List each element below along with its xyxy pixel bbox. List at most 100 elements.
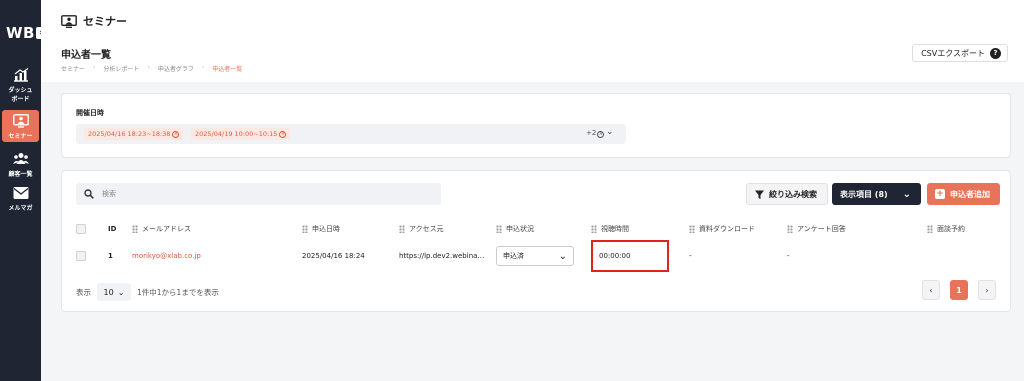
presentation-icon [12, 114, 29, 128]
drag-handle-icon[interactable] [689, 225, 695, 233]
sidebar-item-label: 顧客一覧 [8, 171, 33, 178]
column-header-survey[interactable]: アンケート回答 [787, 219, 927, 239]
date-filter-card: 開催日時 2025/04/16 18:23~18:38 × 2025/04/19 … [61, 93, 1011, 158]
search-icon [84, 189, 94, 199]
column-header-source[interactable]: アクセス元 [399, 219, 496, 239]
column-header-id[interactable]: ID [108, 219, 132, 239]
sidebar-item-seminar[interactable]: セミナー [2, 110, 39, 142]
users-icon [12, 153, 29, 164]
drag-handle-icon[interactable] [927, 225, 933, 233]
breadcrumb-current: 申込者一覧 [212, 66, 243, 73]
display-columns-label: 表示項目 (8) [840, 189, 888, 199]
chevron-down-icon[interactable]: ⌄ [606, 127, 614, 137]
sidebar-item-dashboard[interactable]: ダッシュ ボード [0, 68, 41, 103]
date-chip: 2025/04/16 18:23~18:38 × [84, 128, 184, 140]
help-icon[interactable]: ? [990, 47, 1001, 59]
cell-source: https://lp.dev2.webina… [399, 252, 485, 260]
page-button-1[interactable]: 1 [950, 280, 968, 300]
date-chip-label: 2025/04/16 18:23~18:38 [88, 130, 171, 138]
sidebar: WB » ダッシュ ボード セミナー 顧客一覧 メルマガ [0, 0, 48, 381]
clear-icon[interactable]: × [597, 131, 605, 138]
next-page-button[interactable]: › [978, 280, 996, 300]
date-chip: 2025/04/19 10:00~10:15 × [191, 128, 291, 140]
column-header-label: 申込日時 [312, 225, 340, 233]
page-size-select[interactable]: 10 ⌄ [97, 283, 131, 301]
applicant-table: ID メールアドレス 申込日時 アクセス元 申込状況 視聴時間 資料ダウンロード… [76, 219, 997, 273]
breadcrumb-item[interactable]: 申込者グラフ [158, 64, 194, 73]
page-header: 申込者一覧 セミナー › 分析レポート › 申込者グラフ › 申込者一覧 CSV… [41, 38, 1024, 82]
page-title: 申込者一覧 [61, 50, 111, 61]
drag-handle-icon[interactable] [787, 225, 793, 233]
breadcrumb: セミナー › 分析レポート › 申込者グラフ › 申込者一覧 [61, 64, 242, 73]
filter-search-button[interactable]: 絞り込み検索 [746, 183, 828, 205]
date-filter-label: 開催日時 [76, 109, 104, 117]
drag-handle-icon[interactable] [132, 225, 138, 233]
select-all-checkbox[interactable] [76, 224, 86, 234]
column-header-label: メールアドレス [142, 225, 191, 233]
status-select[interactable]: 申込済 ⌄ [496, 246, 574, 266]
table-header-row: ID メールアドレス 申込日時 アクセス元 申込状況 視聴時間 資料ダウンロード… [76, 219, 997, 239]
chevron-down-icon: ⌄ [902, 188, 912, 200]
column-header-label: アンケート回答 [797, 225, 846, 233]
applicant-list-card: 絞り込み検索 表示項目 (8) ⌄ + 申込者追加 ID メールアドレス 申込日… [61, 170, 1011, 312]
section-title: セミナー [61, 13, 127, 29]
watch-time-highlight: 00:00:00 [591, 240, 669, 272]
column-header-label: 面談予約 [937, 225, 965, 233]
column-header-watch-time[interactable]: 視聴時間 [591, 219, 689, 239]
cell-survey: - [787, 252, 790, 260]
sidebar-item-label: ダッシュ [8, 87, 33, 94]
drag-handle-icon[interactable] [302, 225, 308, 233]
column-header-download[interactable]: 資料ダウンロード [689, 219, 787, 239]
cell-email[interactable]: morikyo@xlab.co.jp [132, 239, 302, 273]
chevron-down-icon: ⌄ [117, 287, 125, 297]
close-icon[interactable]: × [279, 130, 287, 138]
drag-handle-icon[interactable] [399, 225, 405, 233]
pagination: ‹ 1 › [922, 280, 996, 300]
filter-search-label: 絞り込み検索 [769, 189, 817, 199]
sidebar-item-label: セミナー [8, 133, 33, 140]
sidebar-item-label: ボード [11, 96, 30, 103]
page-size-value: 10 [103, 287, 114, 297]
page-size-area: 表示 10 ⌄ 1件中1から1までを表示 [76, 283, 219, 301]
add-applicant-label: 申込者追加 [950, 189, 990, 199]
table-row: 1 morikyo@xlab.co.jp 2025/04/16 18:24 ht… [76, 239, 997, 273]
add-applicant-button[interactable]: + 申込者追加 [927, 183, 1000, 205]
column-header-label: 資料ダウンロード [699, 225, 755, 233]
display-columns-button[interactable]: 表示項目 (8) ⌄ [832, 183, 921, 205]
filter-icon [755, 190, 764, 199]
date-filter-select[interactable]: 2025/04/16 18:23~18:38 × 2025/04/19 10:00… [76, 124, 626, 144]
column-header-meeting[interactable]: 面談予約 [927, 219, 997, 239]
csv-export-button[interactable]: CSVエクスポート ? [912, 44, 1008, 62]
close-icon[interactable]: × [172, 130, 180, 138]
column-header-applied-at[interactable]: 申込日時 [302, 219, 399, 239]
cell-watch-time: 00:00:00 [591, 239, 689, 273]
cell-status: 申込済 ⌄ [496, 239, 591, 273]
column-header-label: 申込状況 [506, 225, 534, 233]
chevron-right-icon: › [201, 64, 205, 71]
top-bar: セミナー [41, 0, 1024, 38]
main-content: セミナー 申込者一覧 セミナー › 分析レポート › 申込者グラフ › 申込者一… [41, 0, 1024, 381]
sidebar-item-customers[interactable]: 顧客一覧 [0, 152, 41, 178]
result-summary: 1件中1から1までを表示 [137, 287, 219, 297]
sidebar-item-newsletter[interactable]: メルマガ [0, 186, 41, 212]
chevron-right-icon: › [147, 64, 150, 71]
prev-page-button[interactable]: ‹ [922, 280, 940, 300]
logo: WB [6, 24, 35, 42]
column-header-email[interactable]: メールアドレス [132, 219, 302, 239]
watch-time-value: 00:00:00 [599, 252, 631, 260]
date-chip-label: 2025/04/19 10:00~10:15 [195, 130, 278, 138]
drag-handle-icon[interactable] [496, 225, 502, 233]
row-select-cell [76, 239, 108, 273]
drag-handle-icon[interactable] [591, 225, 597, 233]
cell-id: 1 [108, 252, 113, 260]
search-input[interactable] [102, 186, 402, 202]
section-title-text: セミナー [83, 15, 127, 28]
page-size-label: 表示 [76, 287, 91, 297]
plus-icon: + [935, 189, 945, 199]
row-checkbox[interactable] [76, 251, 86, 261]
csv-export-label: CSVエクスポート [921, 48, 985, 58]
more-count-label: +2 [586, 129, 597, 137]
breadcrumb-item[interactable]: 分析レポート [103, 64, 139, 73]
breadcrumb-item[interactable]: セミナー [61, 64, 85, 73]
column-header-status[interactable]: 申込状況 [496, 219, 591, 239]
